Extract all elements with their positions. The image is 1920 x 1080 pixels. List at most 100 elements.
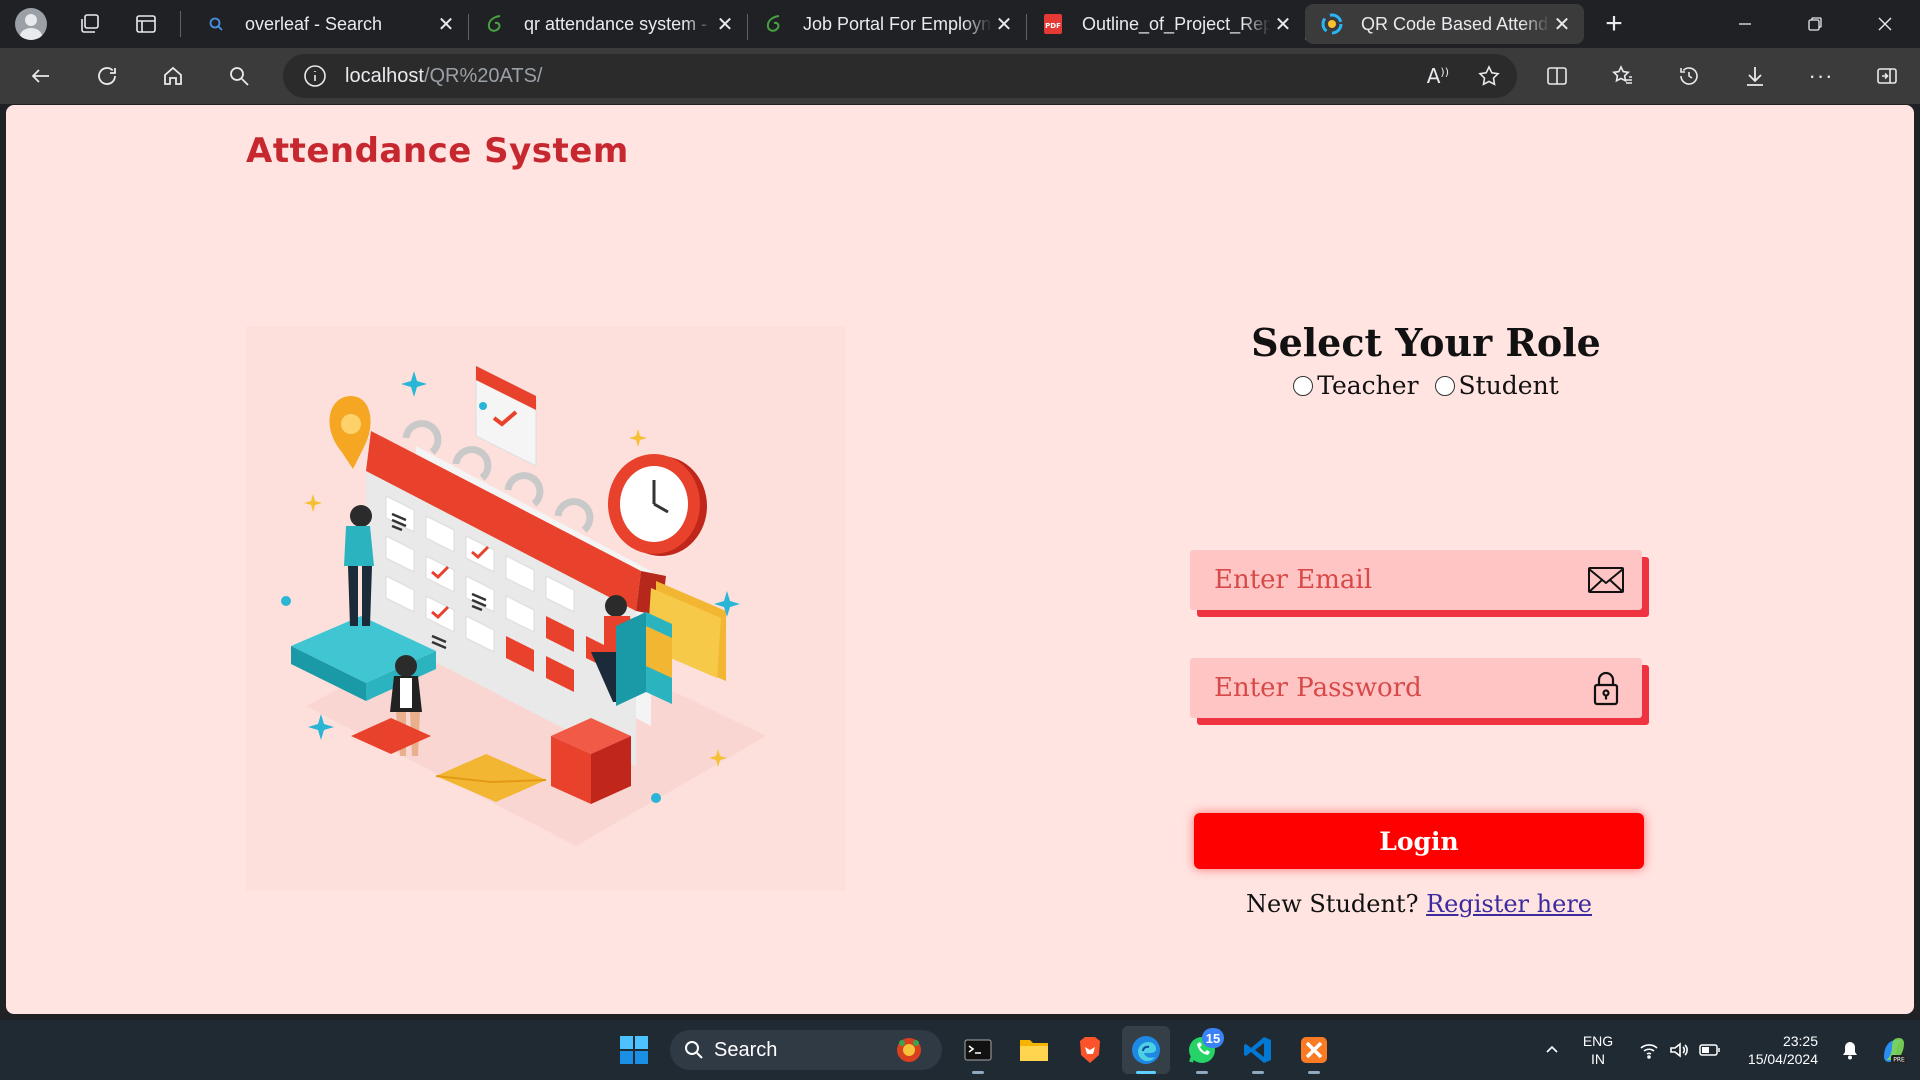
minimize-icon: [1739, 23, 1751, 25]
search-icon: [230, 67, 249, 86]
login-panel: Select Your Role Teacher Student Enter E…: [1186, 320, 1646, 918]
battery-icon: [1699, 1044, 1720, 1056]
close-tab-icon[interactable]: ✕: [713, 12, 737, 36]
url-text: localhost/QR%20ATS/: [345, 64, 543, 87]
minimize-button[interactable]: [1710, 0, 1780, 48]
password-placeholder: Enter Password: [1214, 673, 1422, 703]
tab-title: QR Code Based Attend: [1361, 13, 1549, 34]
home-icon: [164, 66, 182, 85]
svg-text:PRE: PRE: [1893, 1057, 1905, 1064]
quick-settings-button[interactable]: [1632, 1041, 1728, 1059]
close-window-button[interactable]: [1850, 0, 1920, 48]
browser-tab-bar: overleaf - Search ✕ qr attendance system…: [0, 0, 1920, 48]
tab-overleaf-search[interactable]: overleaf - Search ✕: [189, 4, 469, 44]
site-info-icon[interactable]: [303, 64, 327, 88]
close-tab-icon[interactable]: ✕: [992, 12, 1016, 36]
vscode-icon: [1244, 1037, 1271, 1063]
profile-button[interactable]: [0, 0, 62, 48]
notifications-button[interactable]: [1832, 1040, 1868, 1060]
back-arrow-icon: [31, 69, 49, 83]
favorites-button[interactable]: [1590, 48, 1656, 104]
workspaces-button[interactable]: [62, 0, 118, 48]
window-controls: [1710, 0, 1920, 48]
tab-job-portal[interactable]: Job Portal For Employn ✕: [747, 4, 1027, 44]
split-screen-button[interactable]: [1524, 48, 1590, 104]
student-role-option[interactable]: Student: [1434, 371, 1559, 400]
taskbar-vscode[interactable]: [1234, 1026, 1282, 1074]
close-tab-icon[interactable]: ✕: [434, 12, 458, 36]
whatsapp-unread-badge: 15: [1202, 1028, 1224, 1048]
student-radio[interactable]: [1434, 375, 1455, 396]
tab-actions-icon: [136, 15, 156, 33]
favorites-icon: [1612, 65, 1632, 84]
downloads-button[interactable]: [1722, 48, 1788, 104]
sidebar-toggle-button[interactable]: [1854, 48, 1920, 104]
taskbar-search-label: Search: [714, 1038, 778, 1061]
register-link[interactable]: Register here: [1426, 890, 1592, 918]
svg-text:PDF: PDF: [1045, 22, 1061, 30]
profile-avatar-icon: [15, 8, 47, 40]
close-tab-icon[interactable]: ✕: [1271, 12, 1295, 36]
role-radio-group: Teacher Student: [1206, 371, 1646, 400]
terminal-icon: [964, 1039, 992, 1061]
search-button[interactable]: [206, 48, 272, 104]
login-button[interactable]: Login: [1194, 813, 1644, 869]
taskbar-whatsapp[interactable]: 15: [1178, 1026, 1226, 1074]
brave-lion-icon: [1080, 1037, 1100, 1063]
sidebar-icon: [1877, 68, 1897, 84]
tab-strip: overleaf - Search ✕ qr attendance system…: [189, 0, 1584, 48]
volume-icon: [1670, 1042, 1688, 1058]
taskbar-search[interactable]: Search: [670, 1030, 942, 1070]
taskbar-xampp[interactable]: [1290, 1026, 1338, 1074]
clock-date: 15/04/2024: [1747, 1051, 1818, 1067]
overleaf-leaf-icon: [484, 13, 506, 35]
close-tab-icon[interactable]: ✕: [1550, 12, 1574, 36]
settings-more-button[interactable]: ···: [1788, 48, 1854, 104]
home-button[interactable]: [140, 48, 206, 104]
teacher-role-option[interactable]: Teacher: [1293, 371, 1419, 400]
close-icon: [1878, 17, 1892, 31]
password-field[interactable]: Enter Password: [1190, 658, 1642, 718]
read-aloud-icon[interactable]: A)): [1427, 64, 1449, 88]
history-button[interactable]: [1656, 48, 1722, 104]
restore-icon: [1808, 17, 1822, 31]
tab-title: overleaf - Search: [245, 13, 383, 34]
address-bar[interactable]: localhost/QR%20ATS/ A)): [283, 54, 1517, 98]
taskbar-edge[interactable]: [1122, 1026, 1170, 1074]
system-tray: ENG IN 23:25 15/04/2024 PRE: [1532, 1020, 1920, 1080]
pdf-icon: PDF: [1042, 13, 1064, 35]
new-tab-button[interactable]: +: [1590, 0, 1638, 48]
more-dots-icon: ···: [1808, 63, 1834, 88]
tab-qr-code-attendance[interactable]: QR Code Based Attend ✕: [1305, 4, 1584, 44]
workspaces-icon: [81, 14, 99, 33]
tab-outline-pdf[interactable]: PDF Outline_of_Project_Rep ✕: [1026, 4, 1306, 44]
search-highlight-icon: [897, 1038, 921, 1062]
tab-qr-attendance[interactable]: qr attendance system - ✕: [468, 4, 748, 44]
refresh-icon: [98, 67, 116, 85]
email-field[interactable]: Enter Email: [1190, 550, 1642, 610]
taskbar-file-explorer[interactable]: [1010, 1026, 1058, 1074]
language-code: ENG: [1582, 1033, 1614, 1049]
tab-actions-button[interactable]: [118, 0, 174, 48]
search-icon: [685, 1041, 703, 1059]
taskbar-terminal[interactable]: [954, 1026, 1002, 1074]
tab-title: Job Portal For Employn: [803, 13, 992, 34]
role-heading: Select Your Role: [1251, 320, 1601, 365]
taskbar-brave[interactable]: [1066, 1026, 1114, 1074]
back-button[interactable]: [8, 48, 74, 104]
xampp-icon: [1301, 1037, 1327, 1063]
show-hidden-icons-button[interactable]: [1532, 1042, 1572, 1058]
page-viewport: Attendance System Select Your Role Teach…: [6, 105, 1914, 1014]
refresh-button[interactable]: [74, 48, 140, 104]
teacher-radio[interactable]: [1293, 375, 1314, 396]
windows-taskbar: Search 15 ENG IN 23:25 15/04/2024 PRE: [0, 1020, 1920, 1080]
copilot-button[interactable]: PRE: [1868, 1035, 1920, 1065]
register-prompt: New Student? Register here: [1186, 890, 1652, 918]
start-button[interactable]: [610, 1026, 658, 1074]
language-indicator[interactable]: ENG IN: [1572, 1032, 1624, 1068]
split-screen-icon: [1547, 67, 1567, 85]
restore-button[interactable]: [1780, 0, 1850, 48]
attendance-calendar-illustration: [246, 326, 846, 891]
favorite-star-icon[interactable]: [1477, 64, 1501, 88]
clock[interactable]: 23:25 15/04/2024: [1728, 1032, 1818, 1068]
